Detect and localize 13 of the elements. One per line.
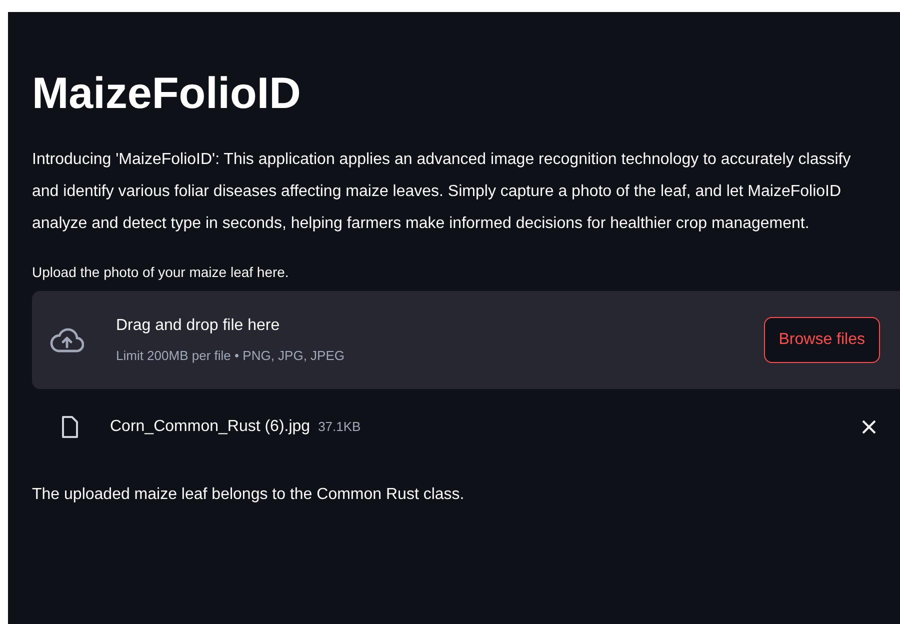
- browse-files-button[interactable]: Browse files: [764, 317, 880, 363]
- file-size: 37.1KB: [318, 418, 361, 436]
- cloud-upload-icon: [50, 327, 84, 353]
- intro-paragraph: Introducing 'MaizeFolioID': This application applies an advanced image recognition technology to accurately classify and identify various foliar diseases affecting maize leaves. Simply capture a photo of the leaf, and let MaizeFolioID analyze and detect type in seconds, helping farmers make informed decisions for healthier crop management.: [32, 150, 852, 234]
- file-name: Corn_Common_Rust (6).jpg: [110, 417, 310, 437]
- upload-label: Upload the photo of your maize leaf here.: [32, 263, 289, 282]
- app-title: MaizeFolioID: [32, 68, 301, 120]
- dropzone-hint: Limit 200MB per file • PNG, JPG, JPEG: [116, 347, 345, 366]
- close-icon[interactable]: [860, 418, 878, 436]
- result-text: The uploaded maize leaf belongs to the Common Rust class.: [32, 485, 464, 505]
- file-dropzone[interactable]: Drag and drop file here Limit 200MB per file • PNG, JPG, JPEG Browse files: [32, 291, 900, 389]
- file-icon: [62, 416, 78, 438]
- dropzone-heading: Drag and drop file here: [116, 316, 280, 336]
